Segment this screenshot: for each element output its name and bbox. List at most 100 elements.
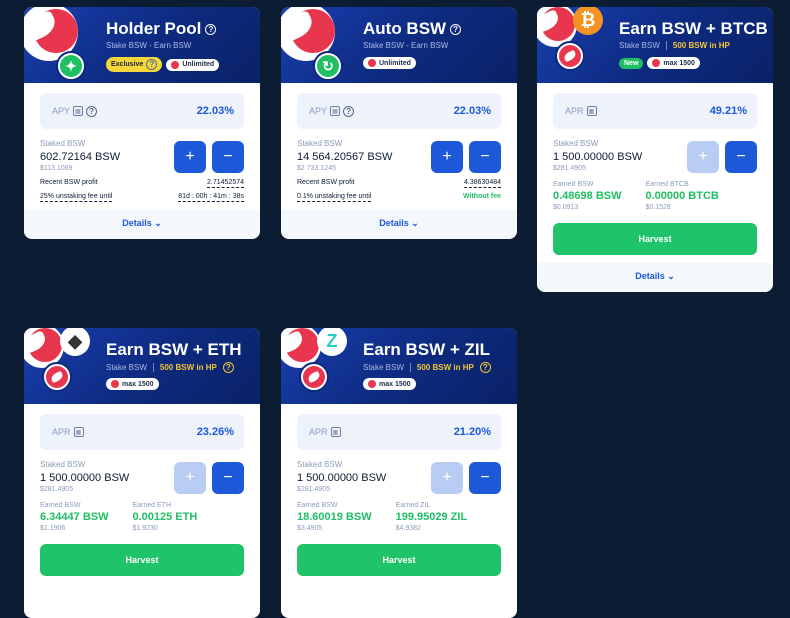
- pool-card-zil: Z Earn BSW + ZIL Stake BSW 500 BSW in HP…: [281, 328, 517, 618]
- apy-value: 22.03%: [453, 105, 491, 117]
- bird-logo-small-icon: [555, 41, 585, 71]
- apr-value: 21.20%: [453, 426, 491, 438]
- staked-value: 14 564.20567 BSW: [297, 151, 393, 163]
- calculator-icon[interactable]: ▦: [73, 106, 84, 116]
- unstake-minus-button[interactable]: −: [212, 462, 244, 494]
- profit-value: 4.38630484: [464, 179, 501, 188]
- details-toggle[interactable]: Details ⌄: [281, 210, 517, 239]
- staked-label: Staked BSW: [297, 460, 343, 469]
- bird-logo-icon: [111, 380, 119, 388]
- staked-usd: $2 733.1245: [297, 165, 336, 172]
- question-icon[interactable]: ?: [479, 362, 491, 373]
- apr-box: APR ▦ 21.20%: [297, 414, 501, 450]
- staked-value: 1 500.00000 BSW: [297, 472, 387, 484]
- earned-bsw: Earned BSW 0.48698 BSW $0.0913: [553, 181, 622, 211]
- badge-row: Unlimited: [363, 57, 416, 69]
- calculator-icon[interactable]: ▦: [330, 106, 341, 116]
- profit-label: Recent BSW profit: [40, 179, 98, 186]
- details-toggle[interactable]: Details ⌄: [24, 210, 260, 239]
- hp-requirement: 500 BSW in HP: [672, 41, 730, 50]
- pool-card-body: APR ▦ 21.20% Staked BSW 1 500.00000 BSW $…: [281, 404, 517, 618]
- apy-box: APY ▦? 22.03%: [40, 93, 244, 129]
- unstake-minus-button[interactable]: −: [469, 141, 501, 173]
- pool-subtitle: Stake BSW 500 BSW in HP ?: [106, 362, 234, 373]
- pool-subtitle-text: Stake BSW - Earn BSW: [106, 41, 192, 50]
- question-icon[interactable]: ?: [86, 105, 98, 117]
- staked-value: 1 500.00000 BSW: [40, 472, 130, 484]
- staked-row: Staked BSW 1 500.00000 BSW $281.4905 + −: [297, 460, 501, 494]
- staked-value: 1 500.00000 BSW: [553, 151, 643, 163]
- earned-grid: Earned BSW 18.60019 BSW $3.4905 Earned Z…: [297, 502, 501, 532]
- profit-row: Recent BSW profit 2.71452574: [40, 179, 244, 188]
- max-badge: max 1500: [106, 378, 159, 390]
- apr-label: APR ▦: [52, 427, 84, 437]
- question-icon[interactable]: ?: [343, 105, 355, 117]
- chevron-down-icon: ⌄: [411, 218, 419, 228]
- new-badge: New: [619, 57, 644, 69]
- staked-value: 602.72164 BSW: [40, 151, 121, 163]
- calculator-icon[interactable]: ▦: [586, 106, 597, 116]
- earned-grid: Earned BSW 0.48698 BSW $0.0913 Earned BT…: [553, 181, 757, 211]
- harvest-button[interactable]: Harvest: [297, 544, 501, 576]
- unstake-minus-button[interactable]: −: [725, 141, 757, 173]
- question-icon[interactable]: ?: [146, 59, 158, 70]
- apr-value: 23.26%: [196, 426, 234, 438]
- pool-card-header: Z Earn BSW + ZIL Stake BSW 500 BSW in HP…: [281, 328, 517, 404]
- pool-subtitle: Stake BSW 500 BSW in HP ?: [363, 362, 491, 373]
- pool-subtitle: Stake BSW - Earn BSW: [106, 41, 191, 50]
- harvest-button[interactable]: Harvest: [40, 544, 244, 576]
- staked-row: Staked BSW 14 564.20567 BSW $2 733.1245 …: [297, 139, 501, 173]
- unstake-minus-button[interactable]: −: [212, 141, 244, 173]
- calculator-icon[interactable]: ▦: [73, 427, 84, 437]
- pool-card-body: APY ▦? 22.03% Staked BSW 602.72164 BSW $1…: [24, 83, 260, 210]
- apr-label: APR ▦: [565, 106, 597, 116]
- pool-title-text: Earn BSW + ZIL: [363, 340, 491, 359]
- staked-usd: $281.4905: [40, 486, 74, 493]
- bird-logo-icon: [171, 60, 180, 69]
- profit-row: Recent BSW profit 4.38630484: [297, 179, 501, 188]
- ethereum-icon: ◆: [60, 328, 90, 356]
- pool-title-text: Earn BSW + BTCB: [619, 19, 768, 38]
- staked-usd: $113.1069: [40, 165, 73, 172]
- stake-plus-button[interactable]: +: [174, 462, 206, 494]
- bird-logo-icon: [368, 59, 376, 67]
- pool-title: Earn BSW + ZIL: [363, 340, 490, 360]
- details-toggle[interactable]: Details ⌄: [537, 263, 773, 292]
- stake-plus-button[interactable]: +: [431, 462, 463, 494]
- stake-plus-button[interactable]: +: [174, 141, 206, 173]
- pool-card-btcb: ₿ Earn BSW + BTCB Stake BSW 500 BSW in H…: [537, 7, 773, 292]
- apr-label: APR ▦: [309, 427, 341, 437]
- apr-box: APR ▦ 49.21%: [553, 93, 757, 129]
- harvest-button[interactable]: Harvest: [553, 223, 757, 255]
- bird-logo-small-icon: [42, 362, 72, 392]
- staked-usd: $281.4905: [553, 165, 587, 172]
- question-icon[interactable]: ?: [222, 362, 234, 373]
- calculator-icon[interactable]: ▦: [330, 427, 341, 437]
- staked-usd: $281.4905: [297, 486, 331, 493]
- staked-label: Staked BSW: [40, 460, 86, 469]
- pool-card-body: APY ▦? 22.03% Staked BSW 14 564.20567 BSW…: [281, 83, 517, 210]
- question-icon[interactable]: ?: [450, 23, 462, 35]
- staked-label: Staked BSW: [553, 139, 599, 148]
- max-badge: max 1500: [363, 378, 416, 390]
- apy-label: APY ▦?: [52, 105, 98, 117]
- pool-subtitle-text: Stake BSW: [619, 41, 660, 50]
- pool-title: Earn BSW + BTCB: [619, 19, 768, 39]
- hp-requirement: 500 BSW in HP: [416, 363, 474, 372]
- pool-card-body: APR ▦ 49.21% Staked BSW 1 500.00000 BSW $…: [537, 83, 773, 263]
- fee-row: 25% unstaking fee until 81d : 00h : 41m …: [40, 193, 244, 202]
- question-icon[interactable]: ?: [205, 23, 217, 35]
- unstake-minus-button[interactable]: −: [469, 462, 501, 494]
- stake-plus-button[interactable]: +: [431, 141, 463, 173]
- fee-label: 0.1% unstaking fee until: [297, 193, 372, 202]
- apy-value: 22.03%: [196, 105, 234, 117]
- profit-label: Recent BSW profit: [297, 179, 355, 186]
- stake-plus-button[interactable]: +: [687, 141, 719, 173]
- earned-bsw: Earned BSW 18.60019 BSW $3.4905: [297, 502, 372, 532]
- earned-token: Earned ZIL 199.95029 ZIL $4.9382: [395, 502, 468, 532]
- staked-label: Staked BSW: [297, 139, 343, 148]
- badge-row: max 1500: [106, 378, 159, 390]
- bird-logo-icon: [652, 59, 661, 67]
- bird-logo-small-icon: ✦: [56, 51, 86, 81]
- pool-subtitle: Stake BSW 500 BSW in HP: [619, 41, 730, 50]
